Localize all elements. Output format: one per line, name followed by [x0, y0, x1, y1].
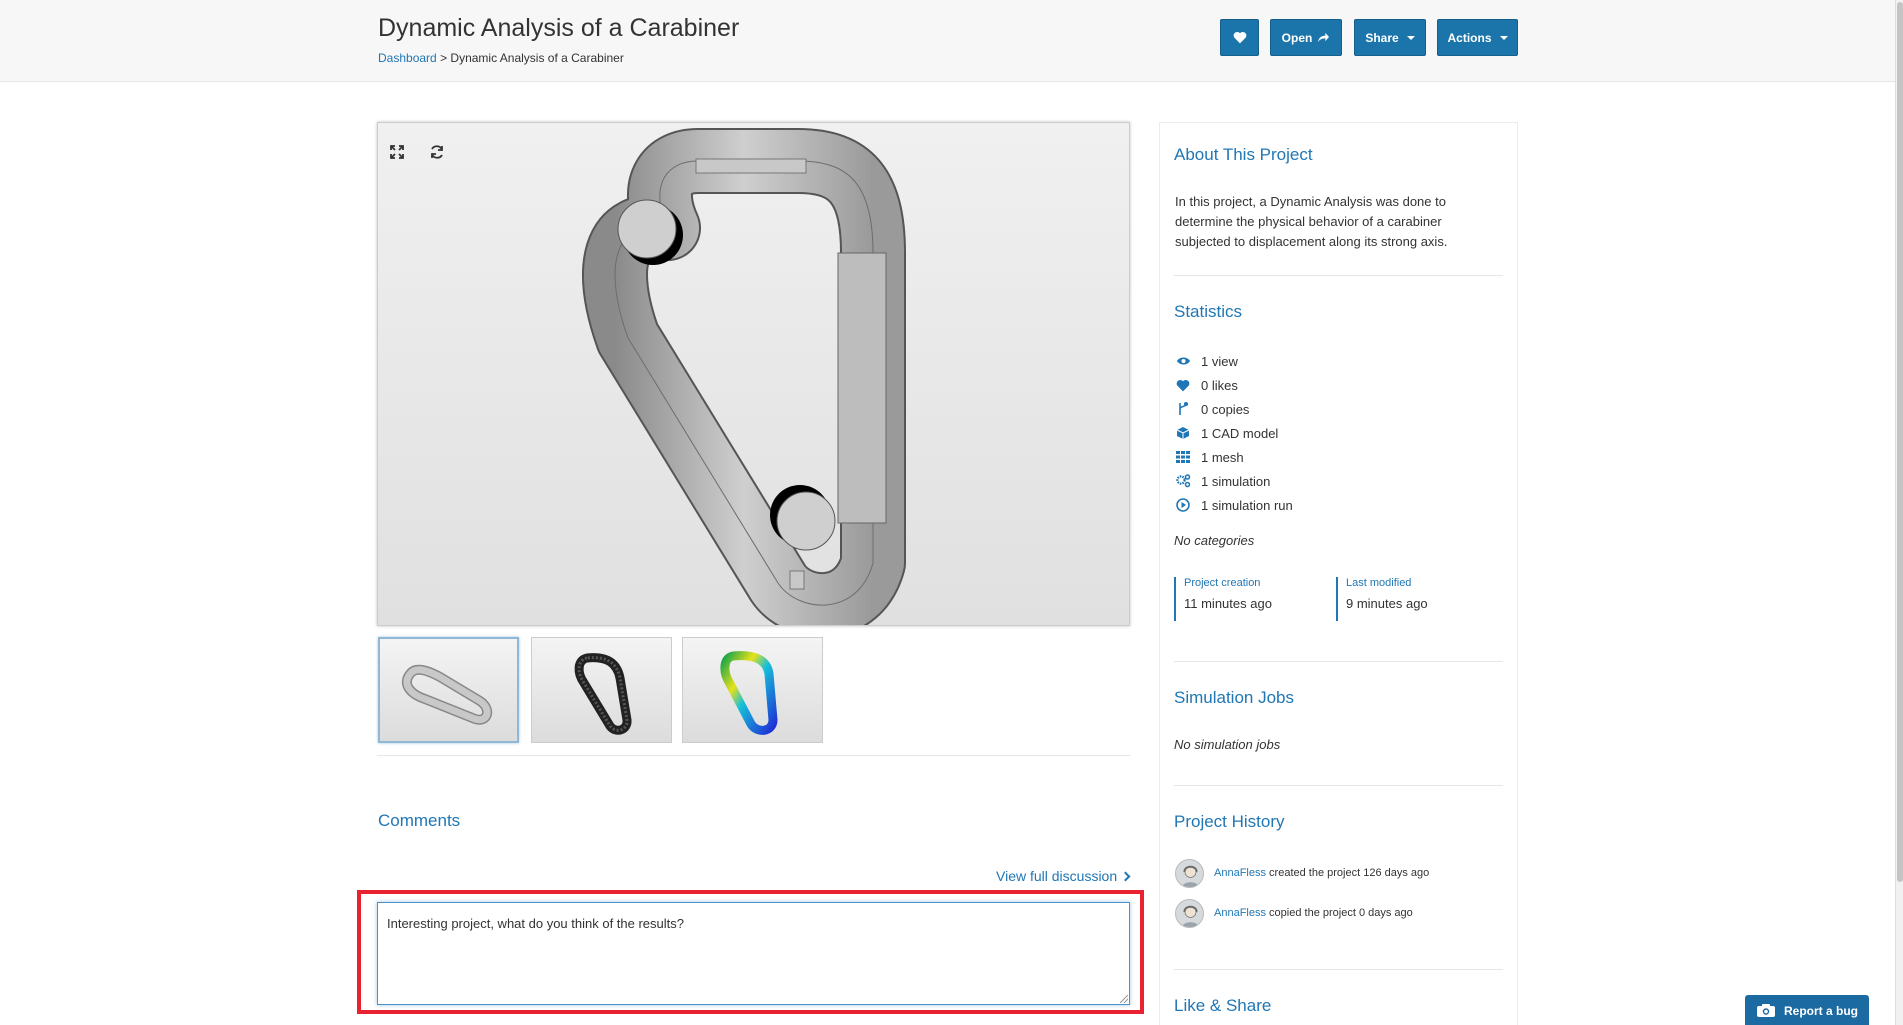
- open-button[interactable]: Open: [1270, 19, 1342, 56]
- simulation-jobs-title: Simulation Jobs: [1174, 688, 1295, 707]
- avatar[interactable]: [1175, 898, 1204, 928]
- project-history-title: Project History: [1174, 812, 1285, 831]
- statistics-title: Statistics: [1174, 302, 1243, 321]
- gears-icon: [1175, 473, 1191, 489]
- camera-icon: [1757, 1003, 1775, 1017]
- page-scrollbar[interactable]: [1895, 0, 1903, 1025]
- history-entry: AnnaFless created the project 126 days a…: [1175, 858, 1429, 888]
- chevron-down-icon: [1406, 35, 1415, 40]
- stat-likes: 0 likes: [1175, 375, 1238, 395]
- page-title: Dynamic Analysis of a Carabiner: [378, 14, 740, 42]
- project-sidebar: [1159, 122, 1518, 1025]
- project-creation-value: 11 minutes ago: [1184, 596, 1272, 611]
- avatar[interactable]: [1175, 858, 1204, 888]
- last-modified-value: 9 minutes ago: [1346, 596, 1428, 611]
- grid-icon: [1175, 449, 1191, 465]
- model-viewer[interactable]: [377, 122, 1130, 626]
- divider: [1174, 275, 1503, 276]
- last-modified: Last modified 9 minutes ago: [1336, 577, 1428, 621]
- stat-copies: 0 copies: [1175, 399, 1249, 419]
- heart-icon: [1233, 31, 1246, 44]
- share-button-label: Share: [1365, 30, 1399, 45]
- fork-icon: [1175, 401, 1191, 417]
- last-modified-label: Last modified: [1346, 577, 1412, 589]
- thumbnail-cad-model[interactable]: [378, 637, 519, 743]
- divider: [377, 755, 1130, 756]
- cube-icon: [1175, 425, 1191, 441]
- chevron-right-icon: [1120, 871, 1131, 881]
- divider: [1174, 661, 1503, 662]
- breadcrumb: Dashboard > Dynamic Analysis of a Carabi…: [378, 51, 624, 65]
- report-bug-label: Report a bug: [1784, 1003, 1858, 1018]
- history-entry: AnnaFless copied the project 0 days ago: [1175, 898, 1413, 928]
- breadcrumb-current: Dynamic Analysis of a Carabiner: [450, 51, 624, 65]
- stat-simulation-runs: 1 simulation run: [1175, 495, 1293, 515]
- about-text: In this project, a Dynamic Analysis was …: [1175, 194, 1448, 249]
- divider: [1174, 969, 1503, 970]
- history-user-link[interactable]: AnnaFless: [1214, 867, 1266, 879]
- actions-button[interactable]: Actions: [1437, 19, 1518, 56]
- comment-input[interactable]: Interesting project, what do you think o…: [377, 902, 1130, 1005]
- stat-label: 0 copies: [1201, 401, 1250, 417]
- like-button[interactable]: [1220, 19, 1259, 56]
- play-icon: [1175, 497, 1191, 513]
- no-simulation-jobs-note: No simulation jobs: [1174, 737, 1281, 752]
- stat-label: 1 view: [1201, 353, 1238, 369]
- heart-icon: [1175, 377, 1191, 393]
- breadcrumb-dashboard-link[interactable]: Dashboard: [378, 51, 437, 65]
- about-title: About This Project: [1174, 145, 1313, 164]
- top-header: Dynamic Analysis of a Carabiner Dashboar…: [0, 0, 1895, 82]
- share-arrow-icon: [1318, 32, 1330, 43]
- report-bug-button[interactable]: Report a bug: [1745, 995, 1869, 1025]
- stat-label: 1 mesh: [1201, 449, 1244, 465]
- history-user-link[interactable]: AnnaFless: [1214, 907, 1266, 919]
- stat-label: 1 simulation: [1201, 473, 1271, 489]
- project-creation-label: Project creation: [1184, 577, 1261, 589]
- breadcrumb-separator: >: [440, 51, 448, 65]
- stat-label: 1 CAD model: [1201, 425, 1279, 441]
- actions-button-label: Actions: [1447, 30, 1492, 45]
- scrollbar-thumb[interactable]: [1897, 2, 1903, 882]
- stat-label: 0 likes: [1201, 377, 1238, 393]
- chevron-down-icon: [1499, 35, 1508, 40]
- share-button[interactable]: Share: [1354, 19, 1426, 56]
- history-action: created the project 126 days ago: [1269, 867, 1430, 879]
- textarea-resize-handle[interactable]: [1120, 995, 1128, 1003]
- stat-meshes: 1 mesh: [1175, 447, 1244, 467]
- carabiner-3d-model[interactable]: [378, 123, 1129, 625]
- like-share-title: Like & Share: [1174, 996, 1272, 1015]
- stat-cad-models: 1 CAD model: [1175, 423, 1278, 443]
- open-button-label: Open: [1281, 30, 1313, 45]
- stat-simulations: 1 simulation: [1175, 471, 1270, 491]
- eye-icon: [1175, 353, 1191, 369]
- stat-views: 1 view: [1175, 351, 1238, 371]
- thumbnail-simulation-result[interactable]: [682, 637, 823, 743]
- project-creation: Project creation 11 minutes ago: [1174, 577, 1272, 621]
- view-full-discussion-label: View full discussion: [996, 868, 1118, 884]
- view-full-discussion-link[interactable]: View full discussion: [996, 868, 1131, 884]
- history-action: copied the project 0 days ago: [1269, 907, 1413, 919]
- comments-title: Comments: [378, 811, 461, 830]
- categories-note: No categories: [1174, 533, 1255, 548]
- divider: [1174, 785, 1503, 786]
- stat-label: 1 simulation run: [1201, 497, 1293, 513]
- thumbnail-mesh[interactable]: [531, 637, 672, 743]
